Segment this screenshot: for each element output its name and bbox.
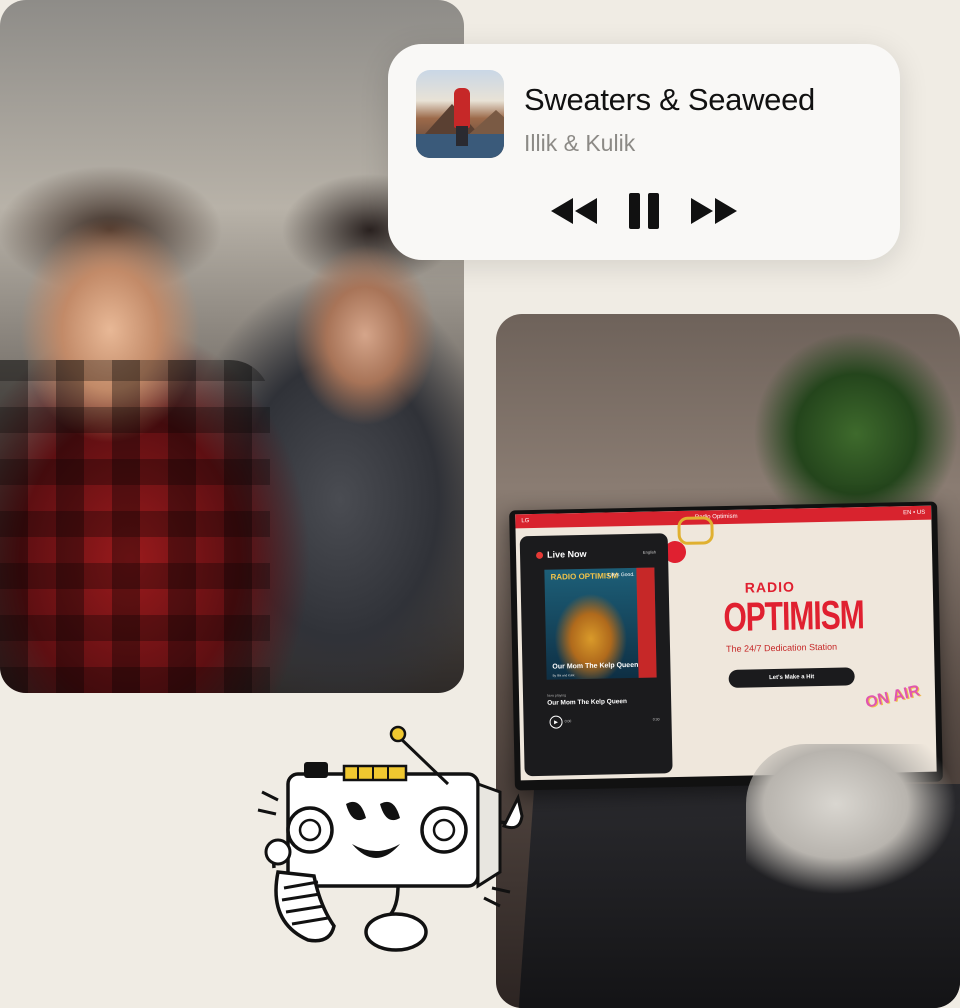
now-playing-card: Sweaters & Seaweed Illik & Kulik	[388, 44, 900, 260]
chain-sticker	[677, 516, 714, 545]
screen-top-bar: LG Radio Optimism EN • US	[515, 505, 932, 529]
mascot-outline	[268, 729, 508, 752]
language-toggle[interactable]: English	[643, 549, 656, 554]
rewind-button[interactable]	[548, 194, 600, 228]
antenna-ball-icon	[389, 725, 407, 743]
screen-corner: EN • US	[903, 509, 926, 517]
rewind-icon	[551, 198, 597, 224]
play-icon: ▶	[554, 719, 559, 726]
now-playing-label: Now playing	[546, 693, 567, 698]
mascot-left-glove	[264, 838, 292, 866]
photo-laptop-radio-optimism: LG Radio Optimism EN • US Live Now Engli…	[496, 314, 960, 1008]
mascot-pointing-hand	[501, 793, 524, 830]
radio-mascot-sticker	[257, 725, 524, 952]
mascot-knob	[304, 762, 328, 778]
fast-forward-icon	[691, 198, 737, 224]
album-art-song: Our Mom The Kelp Queen	[552, 661, 639, 671]
pause-icon	[629, 193, 659, 229]
album-art-red-strip	[636, 567, 657, 678]
album-hiker-legs	[456, 126, 468, 146]
hero-tagline: The 24/7 Dedication Station	[725, 641, 838, 654]
typing-hands	[746, 744, 960, 1008]
live-dot-icon	[535, 551, 544, 559]
screen-track-title: Our Mom The Kelp Queen	[547, 698, 628, 707]
make-a-hit-button[interactable]: Let's Make a Hit	[728, 667, 855, 688]
mascot-side	[476, 781, 502, 889]
mascot-right-shoe	[364, 912, 428, 952]
fast-forward-button[interactable]	[688, 194, 740, 228]
screen-album-art: RADIO OPTIMISM Life's Good. Our Mom The …	[544, 567, 657, 680]
song-title: Sweaters & Seaweed	[524, 82, 815, 117]
screen-brand: LG	[521, 518, 530, 525]
pause-button[interactable]	[624, 193, 664, 229]
song-artist: Illik & Kulik	[524, 130, 636, 156]
on-air-sticker: ON AIR	[863, 682, 922, 712]
screen-play-button[interactable]: ▶	[549, 715, 563, 729]
album-art-by: By Illik and Kulik	[552, 673, 575, 678]
album-art	[416, 70, 504, 158]
time-start: 0:00	[564, 719, 572, 724]
plaid-shirt-texture	[0, 360, 270, 693]
screen-player-card: Live Now English RADIO OPTIMISM Life's G…	[519, 533, 673, 777]
hero-radio-text: RADIO	[744, 578, 796, 596]
laptop-screen: LG Radio Optimism EN • US Live Now Engli…	[515, 505, 937, 781]
album-art-brand: Life's Good.	[607, 571, 635, 579]
album-hiker	[454, 88, 470, 128]
live-now-label: Live Now	[535, 549, 587, 560]
time-end: 0:30	[652, 717, 660, 722]
mascot-buttons	[342, 764, 408, 782]
hero-optimism-text: OPTIMISM	[722, 593, 865, 641]
